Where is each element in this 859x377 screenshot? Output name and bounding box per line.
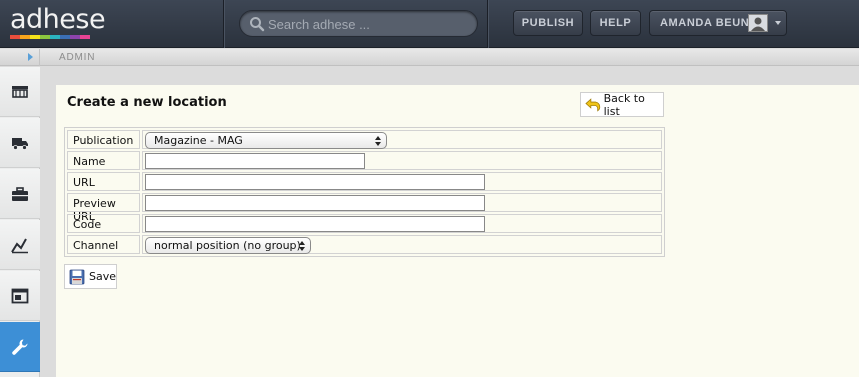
- topbar-divider: [487, 0, 488, 48]
- sidebar-item-tools[interactable]: [0, 169, 40, 219]
- sidebar: [0, 67, 40, 377]
- preview-url-input[interactable]: [145, 195, 485, 211]
- channel-cell: normal position (no group): [142, 235, 662, 254]
- form-row-publication: Publication Magazine - MAG: [67, 130, 662, 149]
- user-menu-button[interactable]: AMANDA BEUN: [649, 10, 787, 36]
- publication-cell: Magazine - MAG: [142, 130, 662, 149]
- code-input[interactable]: [145, 216, 485, 232]
- back-arrow-icon: [585, 97, 601, 112]
- breadcrumb-bar: ADMIN: [0, 49, 859, 66]
- url-input[interactable]: [145, 174, 485, 190]
- topbar-divider: [223, 0, 224, 48]
- logo-color-stripe: [10, 35, 90, 39]
- toolbox-icon: [12, 186, 28, 201]
- avatar: [748, 14, 768, 32]
- form-row-url: URL: [67, 172, 662, 191]
- form-row-channel: Channel normal position (no group): [67, 235, 662, 254]
- logo-text: adhese: [10, 4, 106, 35]
- inventory-icon: [12, 85, 28, 98]
- chevron-right-icon: [28, 53, 33, 61]
- code-cell: [142, 214, 662, 233]
- code-label: Code: [67, 214, 140, 233]
- breadcrumb[interactable]: ADMIN: [59, 52, 95, 63]
- adhese-logo[interactable]: adhese: [10, 4, 106, 40]
- channel-select[interactable]: normal position (no group): [145, 237, 311, 254]
- help-button[interactable]: HELP: [590, 10, 641, 36]
- page-title: Create a new location: [67, 95, 227, 110]
- sidebar-item-delivery[interactable]: [0, 118, 40, 168]
- url-label: URL: [67, 172, 140, 191]
- publication-select[interactable]: Magazine - MAG: [145, 132, 387, 149]
- form-row-name: Name: [67, 151, 662, 170]
- wrench-icon: [12, 339, 28, 355]
- sidebar-item-layout[interactable]: [0, 271, 40, 321]
- chart-icon: [11, 238, 28, 253]
- name-cell: [142, 151, 662, 170]
- floppy-disk-icon: [69, 269, 85, 284]
- save-button[interactable]: Save: [64, 264, 117, 289]
- select-arrows-icon: [375, 136, 381, 146]
- save-label: Save: [88, 270, 116, 283]
- select-arrows-icon: [299, 241, 305, 251]
- publish-button[interactable]: PUBLISH: [513, 10, 583, 36]
- sidebar-toggle[interactable]: [0, 49, 40, 66]
- user-name: AMANDA BEUN: [660, 17, 750, 29]
- preview-url-label: Preview URL: [67, 193, 140, 223]
- preview-url-cell: [142, 193, 662, 212]
- channel-value: normal position (no group): [154, 239, 301, 252]
- back-to-list-label: Back to list: [603, 91, 645, 118]
- url-cell: [142, 172, 662, 191]
- back-to-list-button[interactable]: Back to list: [580, 91, 664, 118]
- top-bar: adhese PUBLISH HELP AMANDA BEUN: [0, 0, 859, 48]
- name-label: Name: [67, 151, 140, 170]
- sidebar-item-reports[interactable]: [0, 220, 40, 270]
- publication-label: Publication: [67, 130, 140, 149]
- chevron-down-icon: [775, 21, 781, 25]
- form-row-preview-url: Preview URL: [67, 193, 662, 223]
- window-icon: [11, 288, 29, 303]
- user-icon: [751, 17, 765, 31]
- channel-label: Channel: [67, 235, 140, 254]
- location-form: Publication Magazine - MAG Name URL Prev…: [64, 127, 665, 257]
- truck-icon: [12, 137, 28, 150]
- sidebar-item-inventory[interactable]: [0, 67, 40, 117]
- form-row-code: Code: [67, 214, 662, 233]
- sidebar-item-admin[interactable]: [0, 322, 40, 372]
- publication-value: Magazine - MAG: [154, 134, 243, 147]
- search-box[interactable]: [239, 10, 478, 37]
- name-input[interactable]: [145, 153, 365, 169]
- search-input[interactable]: [268, 14, 468, 34]
- search-icon: [250, 17, 265, 32]
